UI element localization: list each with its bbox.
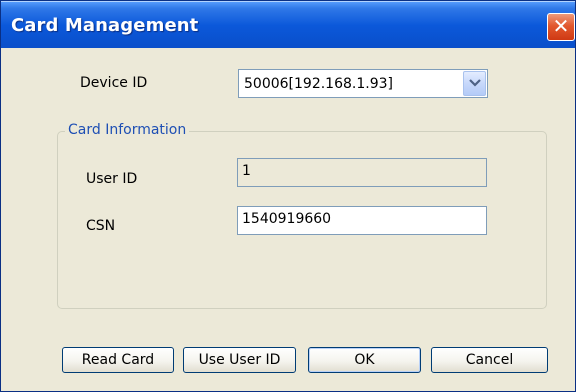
read-card-button[interactable]: Read Card (62, 347, 174, 373)
user-id-field: 1 (237, 158, 487, 187)
csn-label: CSN (86, 218, 116, 234)
use-user-id-button[interactable]: Use User ID (183, 347, 296, 373)
ok-button[interactable]: OK (308, 347, 421, 373)
close-icon: ✕ (552, 14, 570, 38)
close-button[interactable]: ✕ (547, 13, 575, 41)
chevron-down-icon (469, 79, 481, 87)
card-information-title: Card Information (65, 122, 190, 138)
csn-input[interactable]: 1540919660 (237, 206, 487, 235)
cancel-button[interactable]: Cancel (431, 347, 548, 373)
device-id-value: 50006[192.168.1.93] (244, 76, 393, 92)
title-bar[interactable]: Card Management ✕ (1, 1, 575, 48)
device-id-label: Device ID (80, 75, 148, 91)
window-title: Card Management (11, 15, 199, 36)
user-id-value: 1 (242, 163, 251, 179)
user-id-label: User ID (86, 171, 138, 187)
dropdown-button[interactable] (463, 71, 486, 96)
card-management-dialog: Card Management ✕ Device ID 50006[192.16… (0, 0, 576, 392)
csn-value: 1540919660 (242, 211, 332, 227)
device-id-select[interactable]: 50006[192.168.1.93] (238, 69, 488, 98)
